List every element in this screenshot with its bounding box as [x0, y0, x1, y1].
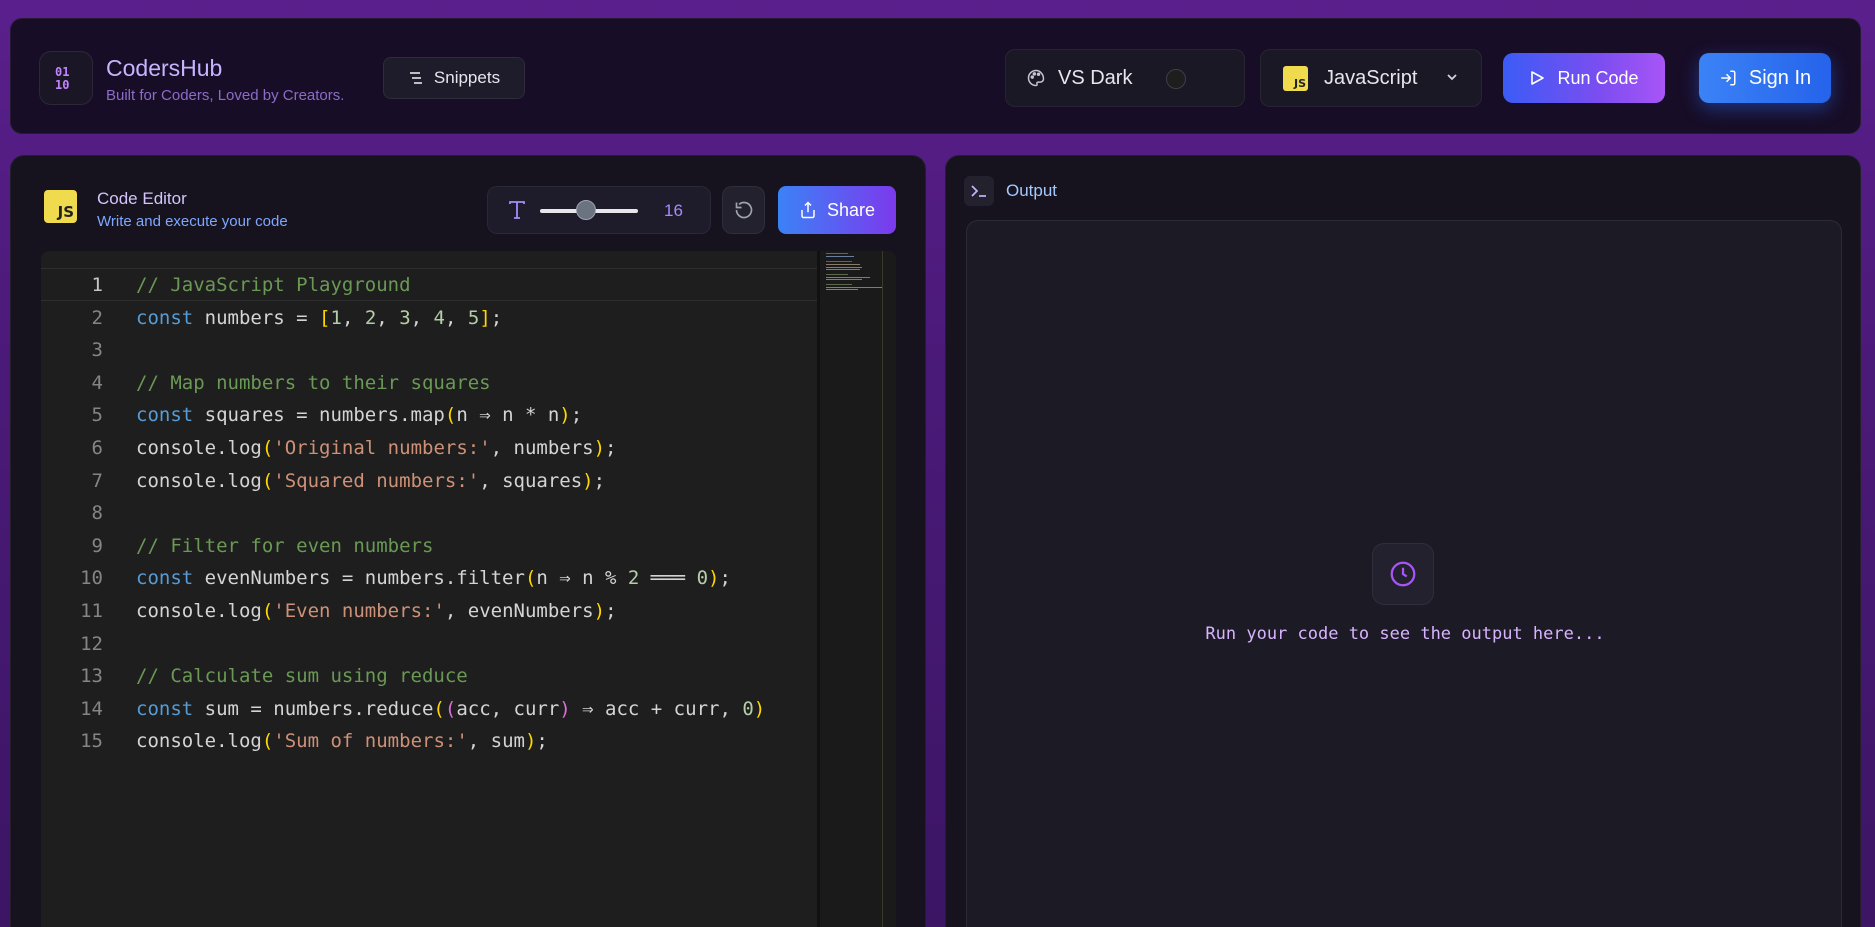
code-line[interactable]: 9 // Filter for even numbers	[41, 530, 817, 562]
code-text: // JavaScript Playground	[136, 274, 411, 296]
output-placeholder: Run your code to see the output here...	[1205, 624, 1605, 644]
code-line[interactable]: 14 const sum = numbers.reduce((acc, curr)…	[41, 693, 817, 725]
line-number: 13	[80, 665, 103, 688]
editor-subtitle: Write and execute your code	[97, 213, 288, 230]
font-size-control: 16	[487, 186, 711, 234]
code-text: const evenNumbers = numbers.filter(n ⇒ n…	[136, 567, 731, 590]
binary-code-icon: 01 10	[39, 51, 93, 105]
line-number: 8	[91, 502, 103, 525]
line-number: 1	[91, 274, 103, 296]
line-number: 9	[91, 534, 103, 557]
brand-subtitle: Built for Coders, Loved by Creators.	[106, 87, 345, 104]
code-text: console.log('Sum of numbers:', sum);	[136, 730, 548, 753]
output-area: Run your code to see the output here...	[966, 220, 1842, 927]
chevron-down-icon	[1447, 74, 1457, 81]
font-size-value: 16	[664, 201, 683, 220]
code-editor[interactable]: 1 // JavaScript Playground 2 const numbers …	[41, 251, 896, 927]
code-text: // Calculate sum using reduce	[136, 665, 468, 688]
line-number: 11	[80, 600, 103, 622]
code-text: const sum = numbers.reduce((acc, curr) ⇒…	[136, 697, 766, 720]
play-icon	[1531, 71, 1545, 85]
svg-text:01: 01	[55, 65, 69, 79]
code-line[interactable]: 3	[41, 334, 817, 366]
terminal-icon	[964, 176, 994, 206]
svg-text:10: 10	[55, 78, 69, 92]
code-text: // Filter for even numbers	[136, 534, 434, 557]
language-selector[interactable]: JS JavaScript	[1260, 49, 1482, 107]
code-line[interactable]: 12	[41, 628, 817, 660]
app-header: 01 10 CodersHub Built for Coders, Loved …	[10, 18, 1861, 134]
type-icon	[509, 201, 525, 219]
theme-color-swatch	[1166, 69, 1186, 89]
code-text: const squares = numbers.map(n ⇒ n * n);	[136, 404, 583, 427]
code-line[interactable]: 7 console.log('Squared numbers:', squares…	[41, 465, 817, 497]
code-line[interactable]: 1 // JavaScript Playground	[41, 269, 817, 301]
code-line[interactable]: 15 console.log('Sum of numbers:', sum);	[41, 725, 817, 757]
line-number: 4	[91, 371, 103, 394]
editor-title: Code Editor	[97, 189, 187, 208]
snippets-button[interactable]: Snippets	[383, 57, 525, 99]
code-text: console.log('Squared numbers:', squares)…	[136, 469, 606, 492]
line-number: 7	[91, 469, 103, 492]
login-icon	[1721, 70, 1736, 86]
javascript-logo-icon: JS	[1283, 65, 1308, 91]
line-number: 12	[80, 632, 103, 655]
share-button[interactable]: Share	[778, 186, 896, 234]
sign-in-button[interactable]: Sign In	[1699, 53, 1831, 103]
code-line[interactable]: 4 // Map numbers to their squares	[41, 367, 817, 399]
clock-icon	[1372, 543, 1434, 605]
line-number: 15	[80, 730, 103, 753]
code-text: console.log('Original numbers:', numbers…	[136, 437, 617, 459]
minimap-ruler	[882, 251, 883, 927]
sign-in-label: Sign In	[1748, 66, 1812, 89]
font-size-slider-thumb[interactable]	[576, 200, 597, 220]
code-line[interactable]: 11 console.log('Even numbers:', evenNumbe…	[41, 595, 817, 627]
theme-label: VS Dark	[1058, 66, 1133, 89]
reset-button[interactable]	[722, 186, 765, 234]
theme-selector[interactable]: VS Dark	[1005, 49, 1245, 107]
code-line[interactable]: 5 const squares = numbers.map(n ⇒ n * n);	[41, 399, 817, 431]
code-text: console.log('Even numbers:', evenNumbers…	[136, 600, 617, 622]
code-line[interactable]: 2 const numbers = [1, 2, 3, 4, 5];	[41, 302, 817, 334]
code-editor-panel: JS Code Editor Write and execute your co…	[10, 155, 926, 927]
list-icon	[409, 72, 422, 84]
code-line[interactable]: 13 // Calculate sum using reduce	[41, 660, 817, 692]
output-panel: Output Run your code to see the output h…	[945, 155, 1861, 927]
run-code-label: Run Code	[1557, 67, 1639, 88]
rotate-ccw-icon	[735, 201, 752, 219]
line-number: 6	[91, 437, 103, 459]
line-number: 5	[91, 404, 103, 427]
code-text: // Map numbers to their squares	[136, 371, 491, 394]
output-title: Output	[1006, 181, 1058, 200]
run-code-button[interactable]: Run Code	[1503, 53, 1665, 103]
line-number: 3	[91, 339, 103, 362]
language-label: JavaScript	[1324, 66, 1418, 89]
minimap[interactable]	[817, 251, 896, 927]
code-line[interactable]: 6 console.log('Original numbers:', number…	[41, 432, 817, 464]
snippets-label: Snippets	[433, 68, 501, 87]
line-number: 10	[80, 567, 103, 590]
share-label: Share	[826, 199, 876, 220]
palette-icon	[1027, 69, 1045, 87]
javascript-logo-icon: JS	[44, 190, 77, 223]
brand-title: CodersHub	[106, 55, 223, 81]
share-icon	[801, 201, 815, 219]
code-text: const numbers = [1, 2, 3, 4, 5];	[136, 306, 503, 329]
line-number: 2	[91, 306, 103, 329]
code-line[interactable]: 10 const evenNumbers = numbers.filter(n ⇒…	[41, 562, 817, 594]
code-line[interactable]: 8	[41, 497, 817, 529]
line-number: 14	[80, 697, 103, 720]
